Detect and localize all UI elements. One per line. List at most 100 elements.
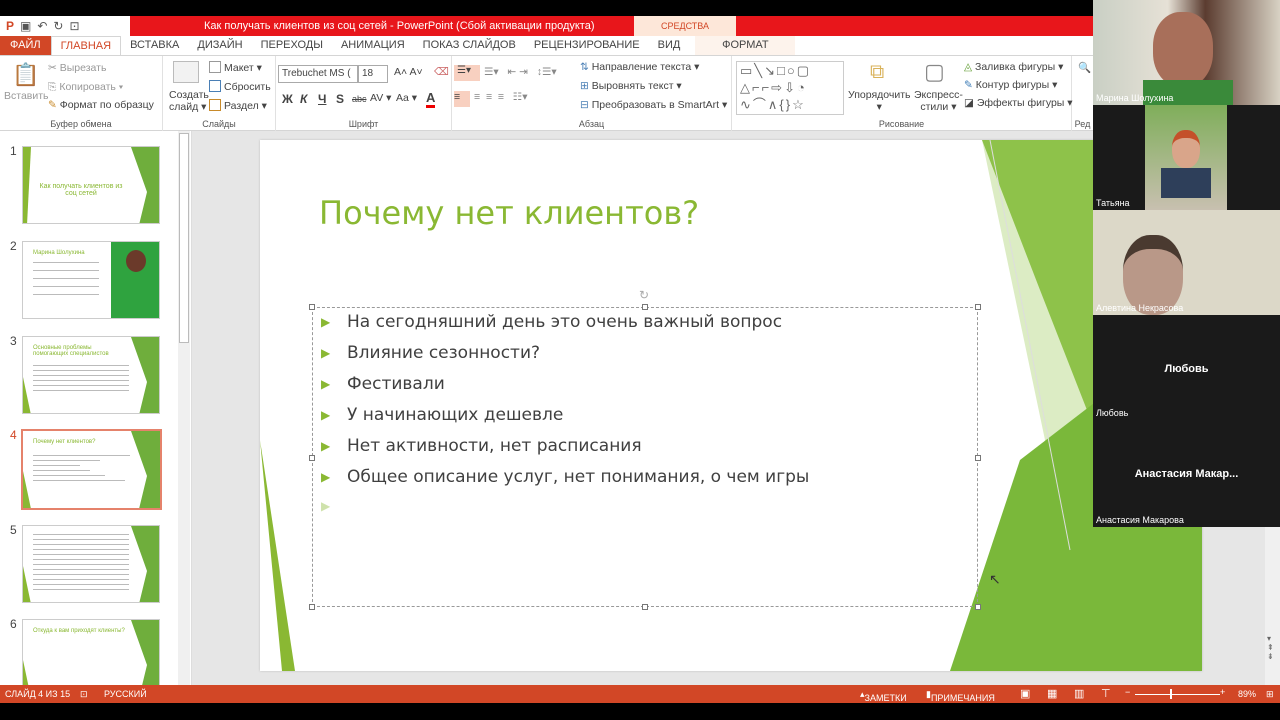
shape-outline-button[interactable]: ✎ Контур фигуры ▾ — [964, 79, 1057, 91]
align-text-button[interactable]: ⊞ Выровнять текст ▾ — [580, 80, 682, 92]
resize-handle[interactable] — [975, 304, 981, 310]
align-buttons[interactable]: ≡ ≡ ≡ ☷▾ — [474, 91, 527, 103]
slideshow-icon[interactable]: ⊡ — [69, 19, 79, 33]
resize-handle[interactable] — [309, 604, 315, 610]
section-button[interactable]: Раздел ▾ — [209, 99, 267, 112]
scrollbar-thumb[interactable] — [179, 133, 189, 343]
redo-icon[interactable]: ↻ — [53, 19, 63, 33]
normal-view-icon[interactable]: ▣ — [1020, 687, 1030, 700]
slide-sorter-icon[interactable]: ▦ — [1047, 687, 1057, 700]
align-left-button[interactable]: ≡ — [454, 91, 470, 107]
char-spacing-button[interactable]: AV ▾ — [370, 92, 391, 104]
prev-slide-icon[interactable]: ▾ ⇞ ⇟ — [1267, 634, 1274, 661]
reading-view-icon[interactable]: ▥ — [1074, 687, 1084, 700]
participant-tile[interactable]: Любовь Любовь — [1093, 315, 1280, 420]
tab-review[interactable]: РЕЦЕНЗИРОВАНИЕ — [525, 36, 649, 55]
thumbnail-slide-4[interactable]: Почему нет клиентов? — [21, 429, 162, 510]
thumbnails-scrollbar[interactable] — [178, 131, 190, 685]
arrange-button[interactable]: Упорядочить ▾ — [848, 89, 910, 113]
cut-button[interactable]: ✂ Вырезать — [48, 62, 106, 74]
thumb-number: 1 — [10, 144, 17, 158]
tab-design[interactable]: ДИЗАЙН — [188, 36, 251, 55]
italic-button[interactable]: К — [300, 92, 307, 106]
comments-button[interactable]: ▮ ПРИМЕЧАНИЯ — [926, 689, 995, 703]
drawing-group: ▭╲↘□○▢ △⌐⌐⇨⇩◔ ∿⌒∧{}☆ ⧉ Упорядочить ▾ ▢ Эксп… — [732, 56, 1073, 131]
participant-tile[interactable]: Марина Шолухина — [1093, 0, 1280, 105]
bullets-button[interactable]: ☰▾ — [454, 65, 480, 81]
paragraph-group: ☰▾ ☰▾ ⇤ ⇥ ↕☰▾ ≡ ≡ ≡ ≡ ☷▾ ⇅ Направление т… — [452, 56, 732, 131]
tab-format[interactable]: ФОРМАТ — [695, 36, 796, 55]
tab-file[interactable]: ФАЙЛ — [0, 36, 51, 55]
video-call-panel: Марина Шолухина Татьяна Алевтина Некрасо… — [1093, 0, 1280, 527]
smartart-button[interactable]: ⊟ Преобразовать в SmartArt ▾ — [580, 99, 727, 111]
strikethrough-button[interactable]: abc — [352, 94, 367, 104]
thumbnail-slide-3[interactable]: Основные проблемы помогающих специалисто… — [22, 336, 160, 414]
thumbnail-slide-2[interactable]: Марина Шолухина — [22, 241, 160, 319]
tab-home[interactable]: ГЛАВНАЯ — [50, 36, 122, 55]
tab-view[interactable]: ВИД — [649, 36, 690, 55]
bullet-item: ▶ Влияние сезонности? — [321, 343, 541, 363]
grow-font-button[interactable]: A˄ A˅ — [394, 66, 423, 78]
zoom-out-button[interactable]: − — [1125, 687, 1130, 697]
underline-button[interactable]: Ч — [318, 92, 326, 106]
resize-handle[interactable] — [642, 304, 648, 310]
scissors-icon: ✂ — [48, 62, 60, 74]
clear-format-icon[interactable]: ⌫ — [434, 66, 449, 78]
zoom-slider[interactable] — [1135, 694, 1220, 695]
shapes-gallery[interactable]: ▭╲↘□○▢ △⌐⌐⇨⇩◔ ∿⌒∧{}☆ — [736, 61, 844, 115]
arrow-bullet-icon: ▶ — [321, 439, 331, 453]
resize-handle[interactable] — [309, 304, 315, 310]
participant-tile[interactable]: Алевтина Некрасова — [1093, 210, 1280, 315]
font-color-button[interactable]: A — [426, 90, 436, 108]
text-direction-button[interactable]: ⇅ Направление текста ▾ — [580, 61, 699, 73]
shape-fill-button[interactable]: ◬ Заливка фигуры ▾ — [964, 61, 1063, 73]
bold-button[interactable]: Ж — [282, 92, 293, 106]
fit-slide-icon[interactable]: ⊞ — [1266, 689, 1274, 700]
align-text-icon: ⊞ — [580, 80, 592, 92]
layout-button[interactable]: Макет ▾ — [209, 61, 262, 74]
new-slide-button[interactable]: Создать слайд ▾ — [169, 89, 209, 113]
participant-tile[interactable]: Анастасия Макар... Анастасия Макарова — [1093, 420, 1280, 527]
content-textbox[interactable]: ↻ ▶ На сегодняшний день это очень важный … — [309, 288, 981, 610]
save-icon[interactable]: ▣ — [20, 19, 31, 33]
resize-handle[interactable] — [975, 455, 981, 461]
zoom-in-button[interactable]: + — [1220, 687, 1225, 697]
tab-slideshow[interactable]: ПОКАЗ СЛАЙДОВ — [414, 36, 525, 55]
slideshow-view-icon[interactable]: ⊤ — [1101, 687, 1111, 700]
thumbnail-slide-5[interactable] — [22, 525, 160, 603]
shadow-button[interactable]: S — [336, 92, 344, 106]
outline-icon: ✎ — [964, 79, 976, 91]
slide-title[interactable]: Почему нет клиентов? — [319, 194, 699, 232]
thumbnail-slide-1[interactable]: Как получать клиентов из соц сетей — [22, 146, 160, 224]
thumb-title: Как получать клиентов из соц сетей — [39, 183, 123, 197]
powerpoint-logo-icon: P — [6, 19, 15, 33]
language[interactable]: РУССКИЙ — [104, 689, 147, 699]
participant-tile[interactable]: Татьяна — [1093, 105, 1280, 210]
resize-handle[interactable] — [975, 604, 981, 610]
reset-button[interactable]: Сбросить — [209, 80, 271, 93]
participant-name: Любовь — [1096, 408, 1129, 418]
spellcheck-icon[interactable]: ⊡ — [80, 689, 88, 700]
shape-effects-button[interactable]: ◪ Эффекты фигуры ▾ — [964, 97, 1073, 109]
notes-button[interactable]: ▴ ЗАМЕТКИ — [860, 689, 907, 703]
zoom-slider-thumb[interactable] — [1170, 689, 1172, 699]
change-case-button[interactable]: Aa ▾ — [396, 92, 417, 104]
find-icon[interactable]: 🔍 — [1078, 61, 1091, 74]
tab-transitions[interactable]: ПЕРЕХОДЫ — [252, 36, 332, 55]
zoom-level[interactable]: 89% — [1238, 689, 1256, 699]
format-painter-button[interactable]: ✎ Формат по образцу — [48, 99, 154, 111]
numbering-button[interactable]: ☰▾ ⇤ ⇥ ↕☰▾ — [484, 66, 557, 78]
tab-insert[interactable]: ВСТАВКА — [121, 36, 188, 55]
window-title: Как получать клиентов из соц сетей - Pow… — [204, 20, 595, 32]
font-size-select[interactable]: 18 — [358, 65, 388, 83]
tab-animation[interactable]: АНИМАЦИЯ — [332, 36, 414, 55]
copy-button[interactable]: ⎘ Копировать ▾ — [48, 81, 123, 94]
font-name-select[interactable]: Trebuchet MS ( — [278, 65, 358, 83]
section-icon — [209, 99, 221, 111]
rotate-handle-icon[interactable]: ↻ — [639, 288, 649, 302]
quick-styles-button[interactable]: Экспресс-стили ▾ — [914, 89, 963, 113]
paste-button[interactable]: Вставить — [4, 90, 49, 102]
resize-handle[interactable] — [309, 455, 315, 461]
resize-handle[interactable] — [642, 604, 648, 610]
undo-icon[interactable]: ↶ — [37, 19, 47, 33]
